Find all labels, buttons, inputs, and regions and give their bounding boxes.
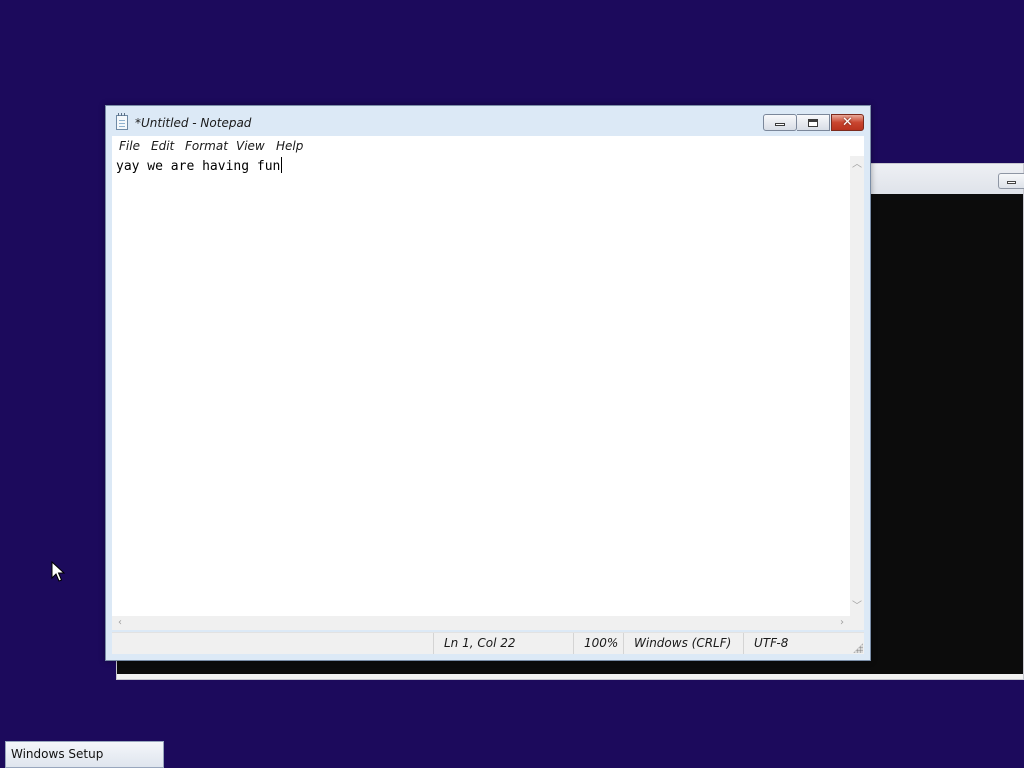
- status-line-ending: Windows (CRLF): [623, 633, 743, 654]
- editor-text-value: yay we are having fun: [116, 159, 281, 174]
- mouse-pointer-icon: [51, 561, 65, 582]
- minimize-button[interactable]: [763, 114, 797, 131]
- scroll-down-arrow-icon[interactable]: ﹀: [851, 602, 863, 612]
- horizontal-scrollbar[interactable]: ‹ ›: [112, 616, 850, 630]
- scroll-corner: [850, 616, 864, 630]
- scroll-up-arrow-icon[interactable]: ︿: [851, 160, 863, 170]
- scroll-left-arrow-icon[interactable]: ‹: [114, 618, 126, 628]
- resize-grip-icon[interactable]: [853, 643, 863, 653]
- vertical-scrollbar[interactable]: ︿ ﹀: [850, 156, 864, 616]
- editor-content[interactable]: yay we are having fun: [116, 157, 283, 176]
- menu-edit[interactable]: Edit: [151, 139, 174, 153]
- menu-help[interactable]: Help: [276, 139, 303, 153]
- maximize-button[interactable]: [797, 114, 830, 131]
- status-encoding: UTF-8: [743, 633, 853, 654]
- status-bar: Ln 1, Col 22 100% Windows (CRLF) UTF-8: [112, 632, 864, 654]
- menu-file[interactable]: File: [119, 139, 140, 153]
- text-editor[interactable]: yay we are having fun: [112, 156, 850, 616]
- window-title: *Untitled - Notepad: [135, 116, 252, 130]
- menu-format[interactable]: Format: [185, 139, 228, 153]
- menu-bar: File Edit Format View Help: [112, 136, 864, 156]
- close-icon: ✕: [842, 115, 853, 130]
- close-button[interactable]: ✕: [831, 114, 864, 131]
- background-window-minimize-button[interactable]: [998, 173, 1024, 189]
- maximize-icon: [797, 115, 829, 130]
- menu-view[interactable]: View: [236, 139, 265, 153]
- notepad-titlebar[interactable]: *Untitled - Notepad ✕: [106, 106, 870, 136]
- scroll-right-arrow-icon[interactable]: ›: [836, 618, 848, 628]
- status-zoom: 100%: [573, 633, 623, 654]
- text-caret: [281, 157, 283, 173]
- minimize-icon: [764, 115, 796, 130]
- notepad-window: *Untitled - Notepad ✕ File Edit Format V…: [105, 105, 871, 661]
- status-position: Ln 1, Col 22: [433, 633, 573, 654]
- taskbar-windows-setup[interactable]: Windows Setup: [5, 741, 164, 768]
- notepad-icon[interactable]: [116, 113, 128, 130]
